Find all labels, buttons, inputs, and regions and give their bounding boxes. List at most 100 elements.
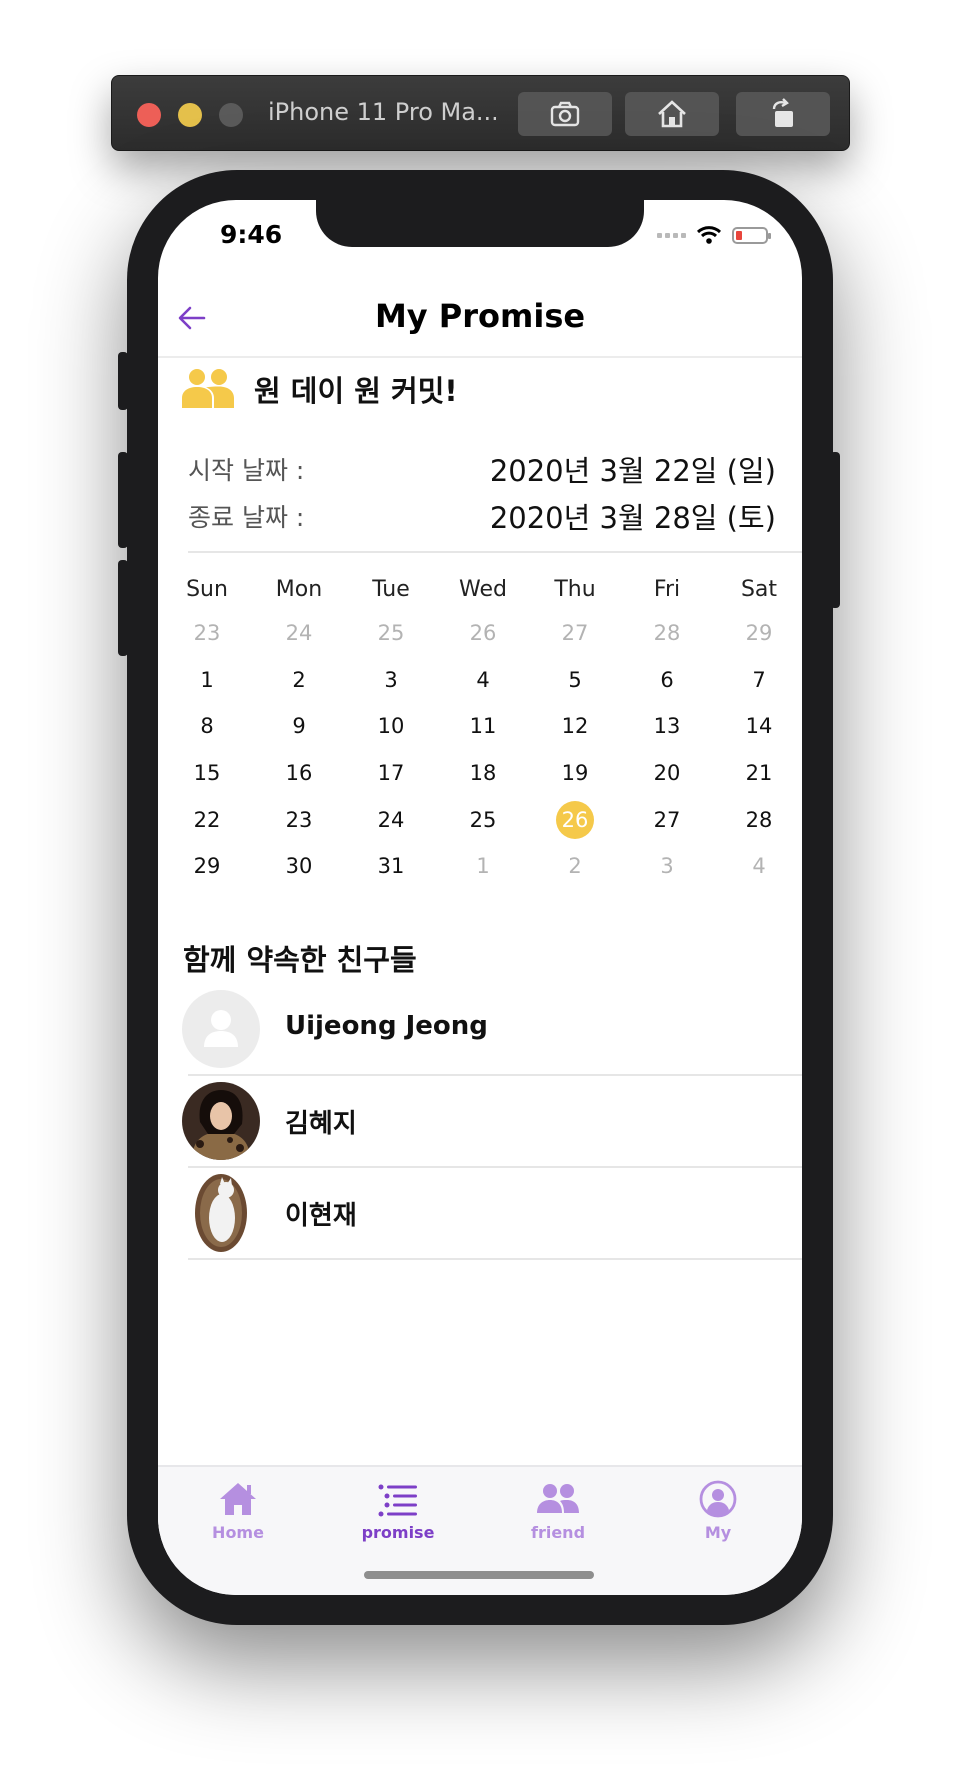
friends-section-title: 함께 약속한 친구들	[183, 943, 417, 977]
calendar-day-number: 15	[193, 761, 221, 786]
calendar-day[interactable]: 3	[345, 657, 437, 704]
volume-up-button	[118, 452, 128, 548]
mute-switch	[118, 352, 128, 410]
calendar-day[interactable]: 6	[621, 657, 713, 704]
weekday-label: Sun	[186, 577, 228, 602]
calendar-day-number: 25	[377, 621, 405, 646]
tab-promise[interactable]: promise	[318, 1479, 478, 1542]
calendar-day[interactable]: 14	[713, 703, 802, 750]
calendar-day-number: 13	[653, 714, 681, 739]
calendar-week: 8 9 10 11 12 13 14	[161, 703, 802, 750]
calendar-day[interactable]: 28	[621, 610, 713, 657]
calendar-day[interactable]: 17	[345, 750, 437, 797]
photo-avatar	[182, 1082, 260, 1160]
zoom-window-button[interactable]	[219, 103, 243, 127]
calendar-week: 22 23 24 25 26 27 28	[161, 796, 802, 843]
calendar-day[interactable]: 23	[253, 796, 345, 843]
calendar-day-number: 28	[653, 621, 681, 646]
calendar-grid: 23 24 25 26 27 28 29 1 2 3 4 5 6 7 8 9 10 11 12 13 14 15 16 17 1…	[161, 610, 802, 890]
calendar-day[interactable]: 12	[529, 703, 621, 750]
friend-row[interactable]: 김혜지	[158, 1076, 802, 1168]
tab-my[interactable]: My	[638, 1479, 798, 1542]
profile-icon	[699, 1480, 737, 1518]
weekday-label: Tue	[372, 577, 410, 602]
friend-name: 이현재	[285, 1201, 357, 1231]
calendar-day-number: 1	[200, 667, 214, 692]
calendar-day[interactable]: 19	[529, 750, 621, 797]
calendar-day[interactable]: 31	[345, 843, 437, 890]
calendar-day[interactable]: 15	[161, 750, 253, 797]
tab-friend[interactable]: friend	[478, 1479, 638, 1542]
calendar-day[interactable]: 24	[345, 796, 437, 843]
calendar-day[interactable]: 4	[437, 657, 529, 704]
calendar-day[interactable]: 21	[713, 750, 802, 797]
calendar-day[interactable]: 2	[253, 657, 345, 704]
calendar-day[interactable]: 5	[529, 657, 621, 704]
weekday-label: Mon	[275, 577, 323, 602]
calendar-day-number: 16	[285, 761, 313, 786]
calendar-day[interactable]: 25	[345, 610, 437, 657]
weekday-label: Thu	[554, 577, 596, 602]
calendar-day[interactable]: 9	[253, 703, 345, 750]
calendar-day-number: 12	[561, 714, 589, 739]
calendar-day[interactable]: 11	[437, 703, 529, 750]
rotate-button[interactable]	[736, 92, 830, 136]
calendar-week: 23 24 25 26 27 28 29	[161, 610, 802, 657]
calendar-day[interactable]: 24	[253, 610, 345, 657]
home-indicator[interactable]	[364, 1571, 594, 1579]
calendar-day[interactable]: 30	[253, 843, 345, 890]
calendar-day[interactable]: 25	[437, 796, 529, 843]
calendar-day-number: 7	[752, 667, 766, 692]
calendar-week: 29 30 31 1 2 3 4	[161, 843, 802, 890]
home-button[interactable]	[625, 92, 719, 136]
calendar-day[interactable]: 7	[713, 657, 802, 704]
calendar-day[interactable]: 20	[621, 750, 713, 797]
friend-row[interactable]: 이현재	[158, 1168, 802, 1260]
divider	[188, 1258, 802, 1260]
calendar-day[interactable]: 2	[529, 843, 621, 890]
calendar-day-number: 31	[377, 854, 405, 879]
calendar-day-number: 28	[745, 807, 773, 832]
friend-row[interactable]: Uijeong Jeong	[158, 984, 802, 1076]
calendar-day[interactable]: 27	[621, 796, 713, 843]
calendar-day[interactable]: 27	[529, 610, 621, 657]
calendar-day[interactable]: 29	[161, 843, 253, 890]
tab-label: Home	[212, 1523, 264, 1542]
calendar-day-number: 21	[745, 761, 773, 786]
phone-screen: 9:46 My Promise 원 데이 원 커밋! 시작 날짜 : 2020년…	[158, 200, 802, 1595]
calendar-day[interactable]: 18	[437, 750, 529, 797]
calendar-day-number: 6	[660, 667, 674, 692]
calendar-day-number: 8	[200, 714, 214, 739]
calendar-day-number: 18	[469, 761, 497, 786]
start-date-value: 2020년 3월 22일 (일)	[489, 454, 776, 488]
calendar-day[interactable]: 3	[621, 843, 713, 890]
calendar-day-number: 14	[745, 714, 773, 739]
calendar-day[interactable]: 22	[161, 796, 253, 843]
calendar-day[interactable]: 8	[161, 703, 253, 750]
calendar-day[interactable]: 10	[345, 703, 437, 750]
calendar-day-today[interactable]: 26	[529, 796, 621, 843]
calendar-day[interactable]: 13	[621, 703, 713, 750]
calendar-day[interactable]: 1	[437, 843, 529, 890]
calendar-day[interactable]: 28	[713, 796, 802, 843]
home-icon	[220, 1483, 256, 1515]
calendar-day-number: 19	[561, 761, 589, 786]
tab-home[interactable]: Home	[158, 1479, 318, 1542]
calendar-day-number: 9	[292, 714, 306, 739]
calendar-day[interactable]: 1	[161, 657, 253, 704]
close-window-button[interactable]	[137, 103, 161, 127]
calendar-day[interactable]: 23	[161, 610, 253, 657]
minimize-window-button[interactable]	[178, 103, 202, 127]
calendar-day-number: 4	[476, 667, 490, 692]
rotate-icon	[772, 98, 793, 127]
calendar-day[interactable]: 16	[253, 750, 345, 797]
screenshot-button[interactable]	[518, 92, 612, 136]
calendar-day[interactable]: 29	[713, 610, 802, 657]
house-icon	[658, 100, 686, 128]
calendar-day[interactable]: 26	[437, 610, 529, 657]
calendar-day[interactable]: 4	[713, 843, 802, 890]
end-date-value: 2020년 3월 28일 (토)	[489, 501, 776, 535]
calendar-day-number: 4	[752, 854, 766, 879]
tab-label: promise	[361, 1523, 435, 1542]
calendar-day-number: 27	[653, 807, 681, 832]
